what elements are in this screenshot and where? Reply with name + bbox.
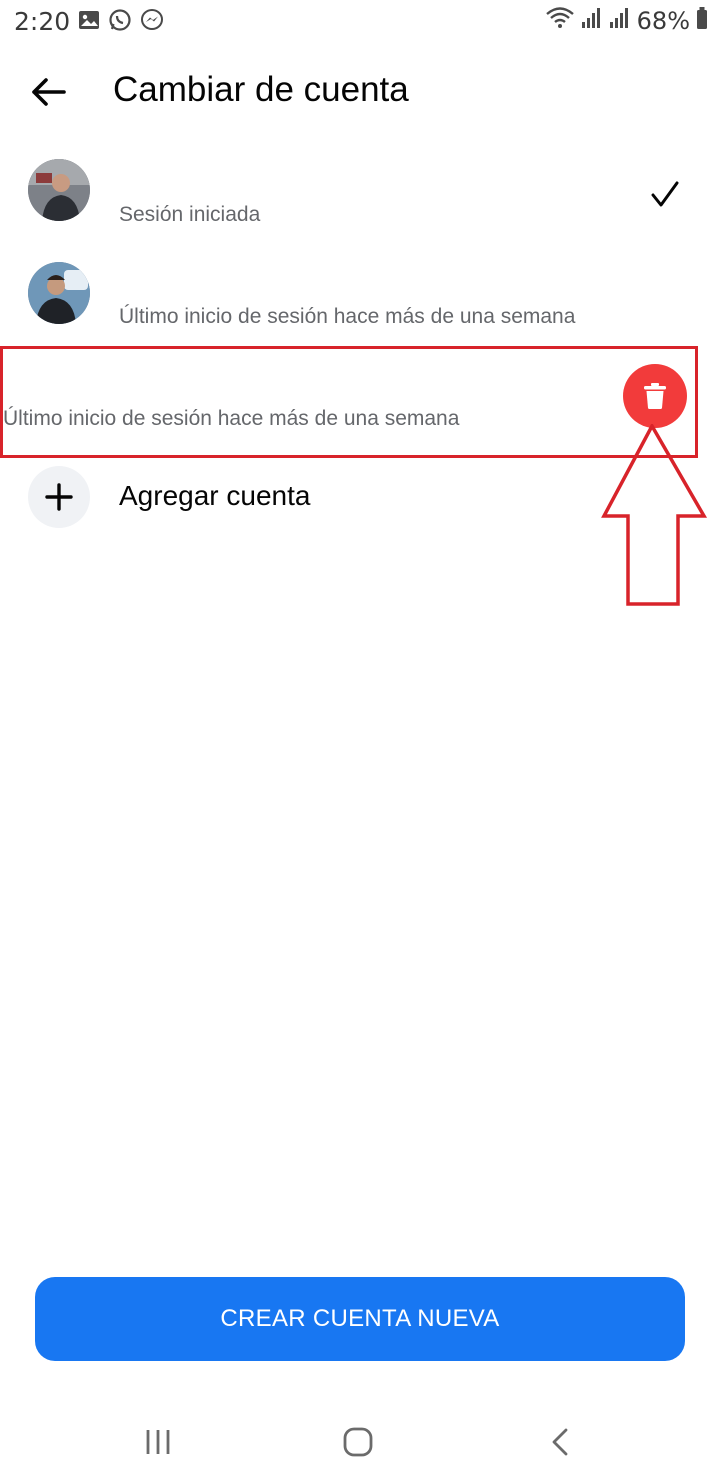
plus-icon [45,483,73,511]
signal-icon [609,6,631,35]
back-button[interactable] [26,70,70,114]
signal-icon [581,6,603,35]
account-status: Último inicio de sesión hace más de una … [3,407,460,430]
account-row[interactable]: Último inicio de sesión hace más de una … [0,252,720,352]
status-bar: 2:20 68% [0,0,720,44]
wifi-icon [545,6,575,35]
add-account-icon-wrap [28,466,90,528]
notification-icons [78,8,164,37]
delete-account-button[interactable] [623,364,687,428]
avatar [28,159,90,221]
whatsapp-icon [108,8,132,37]
add-account-label: Agregar cuenta [119,480,311,511]
account-row-swiped[interactable]: Último inicio de sesión hace más de una … [0,346,698,458]
recent-apps-button[interactable] [128,1422,188,1462]
battery-icon [696,6,708,35]
system-icons: 68% [545,6,708,35]
recent-apps-icon [146,1430,170,1454]
avatar [28,262,90,324]
annotation-arrow-icon [600,422,710,615]
image-icon [78,10,100,35]
chevron-left-icon [552,1428,568,1456]
account-status: Sesión iniciada [119,203,261,226]
trash-icon [644,383,666,409]
page-title: Cambiar de cuenta [113,70,409,109]
arrow-left-icon [32,78,66,106]
home-button[interactable] [328,1422,388,1462]
back-nav-button[interactable] [530,1422,590,1462]
create-account-button[interactable]: CREAR CUENTA NUEVA [35,1277,685,1361]
home-icon [343,1427,373,1457]
checkmark-icon [650,180,680,215]
account-row-current[interactable]: Sesión iniciada [0,150,720,250]
navigation-bar [0,1400,720,1480]
messenger-icon [140,8,164,37]
account-status: Último inicio de sesión hace más de una … [119,305,576,328]
status-time: 2:20 [14,7,71,36]
battery-level: 68% [636,6,690,35]
